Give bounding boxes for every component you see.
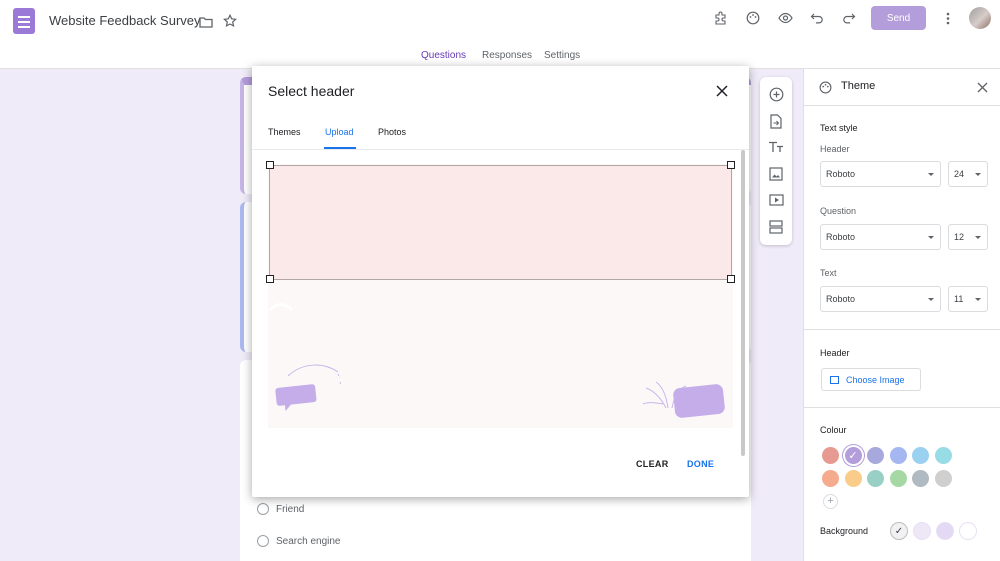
undo-icon[interactable] (809, 10, 825, 26)
folder-icon[interactable] (198, 14, 214, 30)
colour-swatch[interactable] (889, 447, 907, 464)
background-swatch[interactable] (913, 522, 931, 540)
header-font-select[interactable]: Roboto (820, 161, 941, 187)
background-label: Background (820, 526, 869, 536)
text-style-label: Text style (820, 123, 858, 133)
add-video-icon[interactable] (767, 191, 785, 209)
select-value: 11 (954, 294, 964, 304)
header-size-select[interactable]: 24 (948, 161, 988, 187)
colour-swatch[interactable] (889, 470, 907, 487)
tab-upload[interactable]: Upload (325, 127, 354, 137)
colour-swatch[interactable] (867, 470, 884, 487)
tab-settings[interactable]: Settings (544, 50, 580, 61)
send-button[interactable]: Send (871, 6, 926, 30)
dropdown-arrow-icon (928, 173, 934, 176)
header-font-label: Header (820, 144, 850, 154)
select-value: 12 (954, 232, 965, 242)
avatar[interactable] (969, 7, 991, 29)
addon-puzzle-icon[interactable] (713, 10, 729, 26)
option-search-engine[interactable]: Search engine (257, 535, 341, 547)
colour-swatch[interactable] (822, 447, 839, 464)
background-swatch[interactable]: ✓ (890, 522, 908, 540)
dropdown-arrow-icon (975, 236, 981, 239)
radio-icon (257, 503, 269, 515)
tab-photos[interactable]: Photos (378, 127, 406, 137)
option-label: Search engine (276, 535, 341, 547)
add-image-icon[interactable] (767, 165, 785, 183)
background-swatch[interactable] (936, 522, 954, 540)
palette-icon[interactable] (745, 10, 761, 26)
question-font-label: Question (820, 206, 857, 216)
text-font-label: Text (820, 268, 837, 278)
palette-icon (818, 80, 832, 94)
image-icon (830, 375, 839, 384)
preview-eye-icon[interactable] (777, 10, 793, 26)
theme-panel: Theme Text style Header Roboto 24 Questi… (803, 69, 1000, 561)
colour-label: Colour (820, 425, 847, 435)
choose-image-button[interactable]: Choose Image (821, 368, 921, 391)
floating-toolbar (760, 77, 792, 245)
header-section-label: Header (820, 348, 850, 358)
colour-swatch[interactable] (934, 470, 952, 487)
colour-swatch[interactable] (867, 447, 884, 464)
close-icon[interactable] (975, 80, 989, 94)
chat-bubble-icon (673, 384, 725, 418)
add-question-icon[interactable] (767, 85, 785, 103)
forms-logo-icon[interactable] (13, 8, 35, 34)
dropdown-arrow-icon (928, 298, 934, 301)
form-title[interactable]: Website Feedback Survey (49, 13, 201, 28)
scrollbar[interactable] (741, 150, 745, 456)
select-value: Roboto (826, 232, 856, 242)
star-icon[interactable] (222, 13, 238, 29)
colour-swatch[interactable] (912, 447, 929, 464)
divider (804, 105, 1000, 106)
colour-swatch[interactable]: ✓ (844, 447, 862, 464)
theme-panel-title: Theme (841, 80, 876, 92)
crop-handle-top-right[interactable] (727, 161, 735, 169)
add-section-icon[interactable] (767, 218, 785, 236)
redo-icon[interactable] (841, 10, 857, 26)
text-size-select[interactable]: 11 (948, 286, 988, 312)
tab-themes[interactable]: Themes (268, 127, 301, 137)
divider (252, 149, 749, 150)
crop-handle-bottom-right[interactable] (727, 275, 735, 283)
question-size-select[interactable]: 12 (948, 224, 988, 250)
more-vert-icon[interactable] (940, 10, 956, 26)
text-font-select[interactable]: Roboto (820, 286, 941, 312)
chat-bubble-icon (275, 384, 317, 412)
dropdown-arrow-icon (975, 173, 981, 176)
dialog-title: Select header (268, 83, 355, 99)
background-swatch[interactable] (959, 522, 977, 540)
divider (804, 407, 1000, 408)
crop-handle-bottom-left[interactable] (266, 275, 274, 283)
clear-button[interactable]: CLEAR (636, 459, 669, 469)
done-button[interactable]: DONE (687, 459, 714, 469)
select-header-dialog: Select header Themes Upload Photos ★★★★★… (252, 66, 749, 497)
radio-icon (257, 535, 269, 547)
close-icon[interactable] (714, 83, 730, 99)
option-friend[interactable]: Friend (257, 503, 304, 515)
tab-responses[interactable]: Responses (482, 50, 532, 61)
colour-swatch[interactable] (822, 470, 839, 487)
dropdown-arrow-icon (975, 298, 981, 301)
add-colour-icon[interactable]: + (823, 494, 838, 509)
crop-handle-top-left[interactable] (266, 161, 274, 169)
select-value: Roboto (826, 294, 856, 304)
form-tabs: Questions Responses Settings (0, 50, 1000, 64)
colour-swatch[interactable] (934, 447, 952, 464)
dropdown-arrow-icon (928, 236, 934, 239)
choose-image-label: Choose Image (846, 374, 905, 385)
crop-selection-box[interactable] (269, 165, 732, 280)
colour-swatch[interactable] (912, 470, 929, 487)
select-value: Roboto (826, 169, 856, 179)
select-value: 24 (954, 169, 965, 179)
tab-questions[interactable]: Questions (421, 50, 466, 61)
question-font-select[interactable]: Roboto (820, 224, 941, 250)
divider (804, 329, 1000, 330)
add-title-icon[interactable] (767, 138, 785, 156)
colour-swatch[interactable] (844, 470, 862, 487)
import-questions-icon[interactable] (767, 112, 785, 130)
top-bar: Website Feedback Survey Send Questions R… (0, 0, 1000, 69)
option-label: Friend (276, 503, 305, 515)
